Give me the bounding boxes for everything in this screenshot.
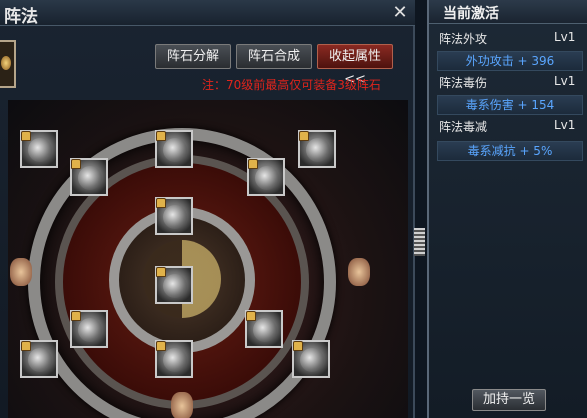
lock-icon bbox=[246, 311, 256, 321]
formation-stone-icon bbox=[163, 274, 187, 298]
stone-slot[interactable] bbox=[155, 266, 193, 304]
lock-icon bbox=[156, 341, 166, 351]
title-bar: 阵法 ✕ bbox=[0, 0, 415, 27]
formation-stone-icon bbox=[78, 166, 102, 190]
formation-stone-icon bbox=[28, 348, 52, 372]
formation-stone-icon bbox=[163, 348, 187, 372]
ornament-right bbox=[348, 258, 370, 286]
formation-board bbox=[8, 100, 408, 418]
compose-button[interactable]: 阵石合成 bbox=[236, 44, 312, 69]
stat-row: 阵法毒伤 Lv1 bbox=[429, 71, 587, 91]
lock-icon bbox=[248, 159, 258, 169]
collapse-attributes-button[interactable]: 收起属性<< bbox=[317, 44, 393, 87]
lock-icon bbox=[299, 131, 309, 141]
lock-icon bbox=[21, 131, 31, 141]
ornament-bottom bbox=[171, 392, 193, 418]
formation-panel: 阵法 ✕ 阵石分解 阵石合成 收起属性<< 注：70级前最高仅可装备3级阵石 bbox=[0, 0, 415, 418]
formation-emblem-icon[interactable] bbox=[0, 40, 16, 88]
formation-stone-icon bbox=[300, 348, 324, 372]
stone-slot[interactable] bbox=[155, 197, 193, 235]
stone-slot[interactable] bbox=[20, 340, 58, 378]
stone-slot[interactable] bbox=[298, 130, 336, 168]
decompose-button[interactable]: 阵石分解 bbox=[155, 44, 231, 69]
stat-name: 阵法外攻 bbox=[439, 32, 488, 46]
stat-name: 阵法毒伤 bbox=[439, 76, 488, 90]
stat-effect: 毒系减抗 + 5% bbox=[437, 141, 583, 161]
lock-icon bbox=[71, 311, 81, 321]
formation-stone-icon bbox=[255, 166, 279, 190]
stat-level: Lv1 bbox=[554, 30, 576, 44]
stone-slot[interactable] bbox=[70, 158, 108, 196]
stone-slot[interactable] bbox=[155, 130, 193, 168]
lock-icon bbox=[71, 159, 81, 169]
formation-stone-icon bbox=[163, 138, 187, 162]
stat-row: 阵法外攻 Lv1 bbox=[429, 27, 587, 47]
level-notice: 注：70级前最高仅可装备3级阵石 bbox=[202, 78, 381, 92]
lock-icon bbox=[156, 131, 166, 141]
bonus-overview-button[interactable]: 加持一览 bbox=[472, 389, 546, 411]
stat-name: 阵法毒减 bbox=[439, 120, 488, 134]
stone-slot[interactable] bbox=[292, 340, 330, 378]
formation-stone-icon bbox=[306, 138, 330, 162]
panel-resize-handle[interactable] bbox=[414, 228, 425, 256]
formation-stone-icon bbox=[78, 318, 102, 342]
lock-icon bbox=[156, 267, 166, 277]
stat-effect: 外功攻击 + 396 bbox=[437, 51, 583, 71]
close-icon[interactable]: ✕ bbox=[390, 3, 410, 23]
stone-slot[interactable] bbox=[247, 158, 285, 196]
ornament-left bbox=[10, 258, 32, 286]
stone-slot[interactable] bbox=[70, 310, 108, 348]
formation-stone-icon bbox=[163, 205, 187, 229]
stat-row: 阵法毒减 Lv1 bbox=[429, 115, 587, 135]
lock-icon bbox=[293, 341, 303, 351]
stat-level: Lv1 bbox=[554, 118, 576, 132]
stat-effect: 毒系伤害 + 154 bbox=[437, 95, 583, 115]
formation-stone-icon bbox=[253, 318, 277, 342]
stone-slot[interactable] bbox=[20, 130, 58, 168]
lock-icon bbox=[156, 198, 166, 208]
lock-icon bbox=[21, 341, 31, 351]
stat-level: Lv1 bbox=[554, 74, 576, 88]
stone-slot[interactable] bbox=[245, 310, 283, 348]
formation-stone-icon bbox=[28, 138, 52, 162]
current-active-header: 当前激活 bbox=[429, 0, 587, 24]
current-active-panel: 当前激活 阵法外攻 Lv1 外功攻击 + 396 阵法毒伤 Lv1 毒系伤害 +… bbox=[427, 0, 587, 418]
current-active-title: 当前激活 bbox=[443, 6, 499, 22]
window-title: 阵法 bbox=[4, 7, 38, 27]
stone-slot[interactable] bbox=[155, 340, 193, 378]
